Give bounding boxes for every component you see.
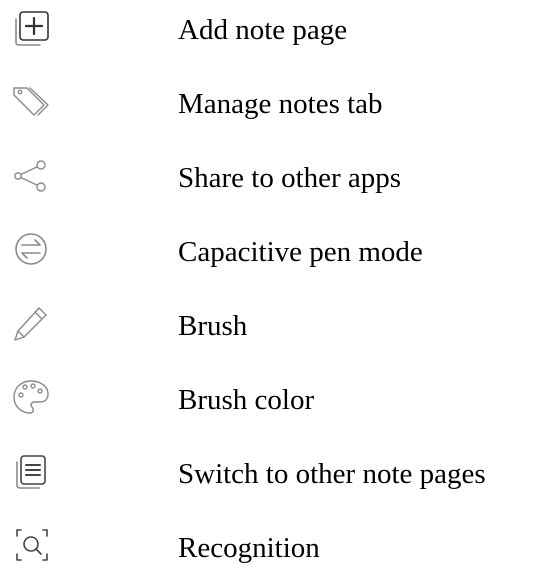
legend-label: Manage notes tab — [178, 88, 383, 120]
scan-icon[interactable] — [10, 524, 54, 568]
tag-icon[interactable] — [10, 80, 54, 124]
legend-row-brush: Brush — [0, 296, 550, 356]
legend-label: Brush color — [178, 384, 315, 416]
pages-icon[interactable] — [10, 450, 54, 494]
legend-row-share: Share to other apps — [0, 148, 550, 208]
legend-label: Switch to other note pages — [178, 458, 486, 490]
legend-row-capacitive-pen: Capacitive pen mode — [0, 222, 550, 282]
legend-label: Capacitive pen mode — [178, 236, 423, 268]
pencil-icon[interactable] — [10, 302, 54, 346]
share-icon[interactable] — [10, 154, 54, 198]
legend-row-brush-color: Brush color — [0, 370, 550, 430]
legend-label: Add note page — [178, 14, 348, 46]
legend-row-add-note-page: Add note page — [0, 0, 550, 60]
palette-icon[interactable] — [10, 376, 54, 420]
legend-row-recognition: Recognition — [0, 518, 550, 578]
legend-label: Brush — [178, 310, 248, 342]
swap-icon[interactable] — [10, 228, 54, 272]
add-page-icon[interactable] — [10, 6, 54, 50]
legend-row-switch-pages: Switch to other note pages — [0, 444, 550, 504]
legend-row-manage-notes-tab: Manage notes tab — [0, 74, 550, 134]
legend-label: Share to other apps — [178, 162, 402, 194]
legend-label: Recognition — [178, 532, 320, 564]
feature-legend: Add note page Manage notes tab Share to … — [0, 0, 550, 565]
